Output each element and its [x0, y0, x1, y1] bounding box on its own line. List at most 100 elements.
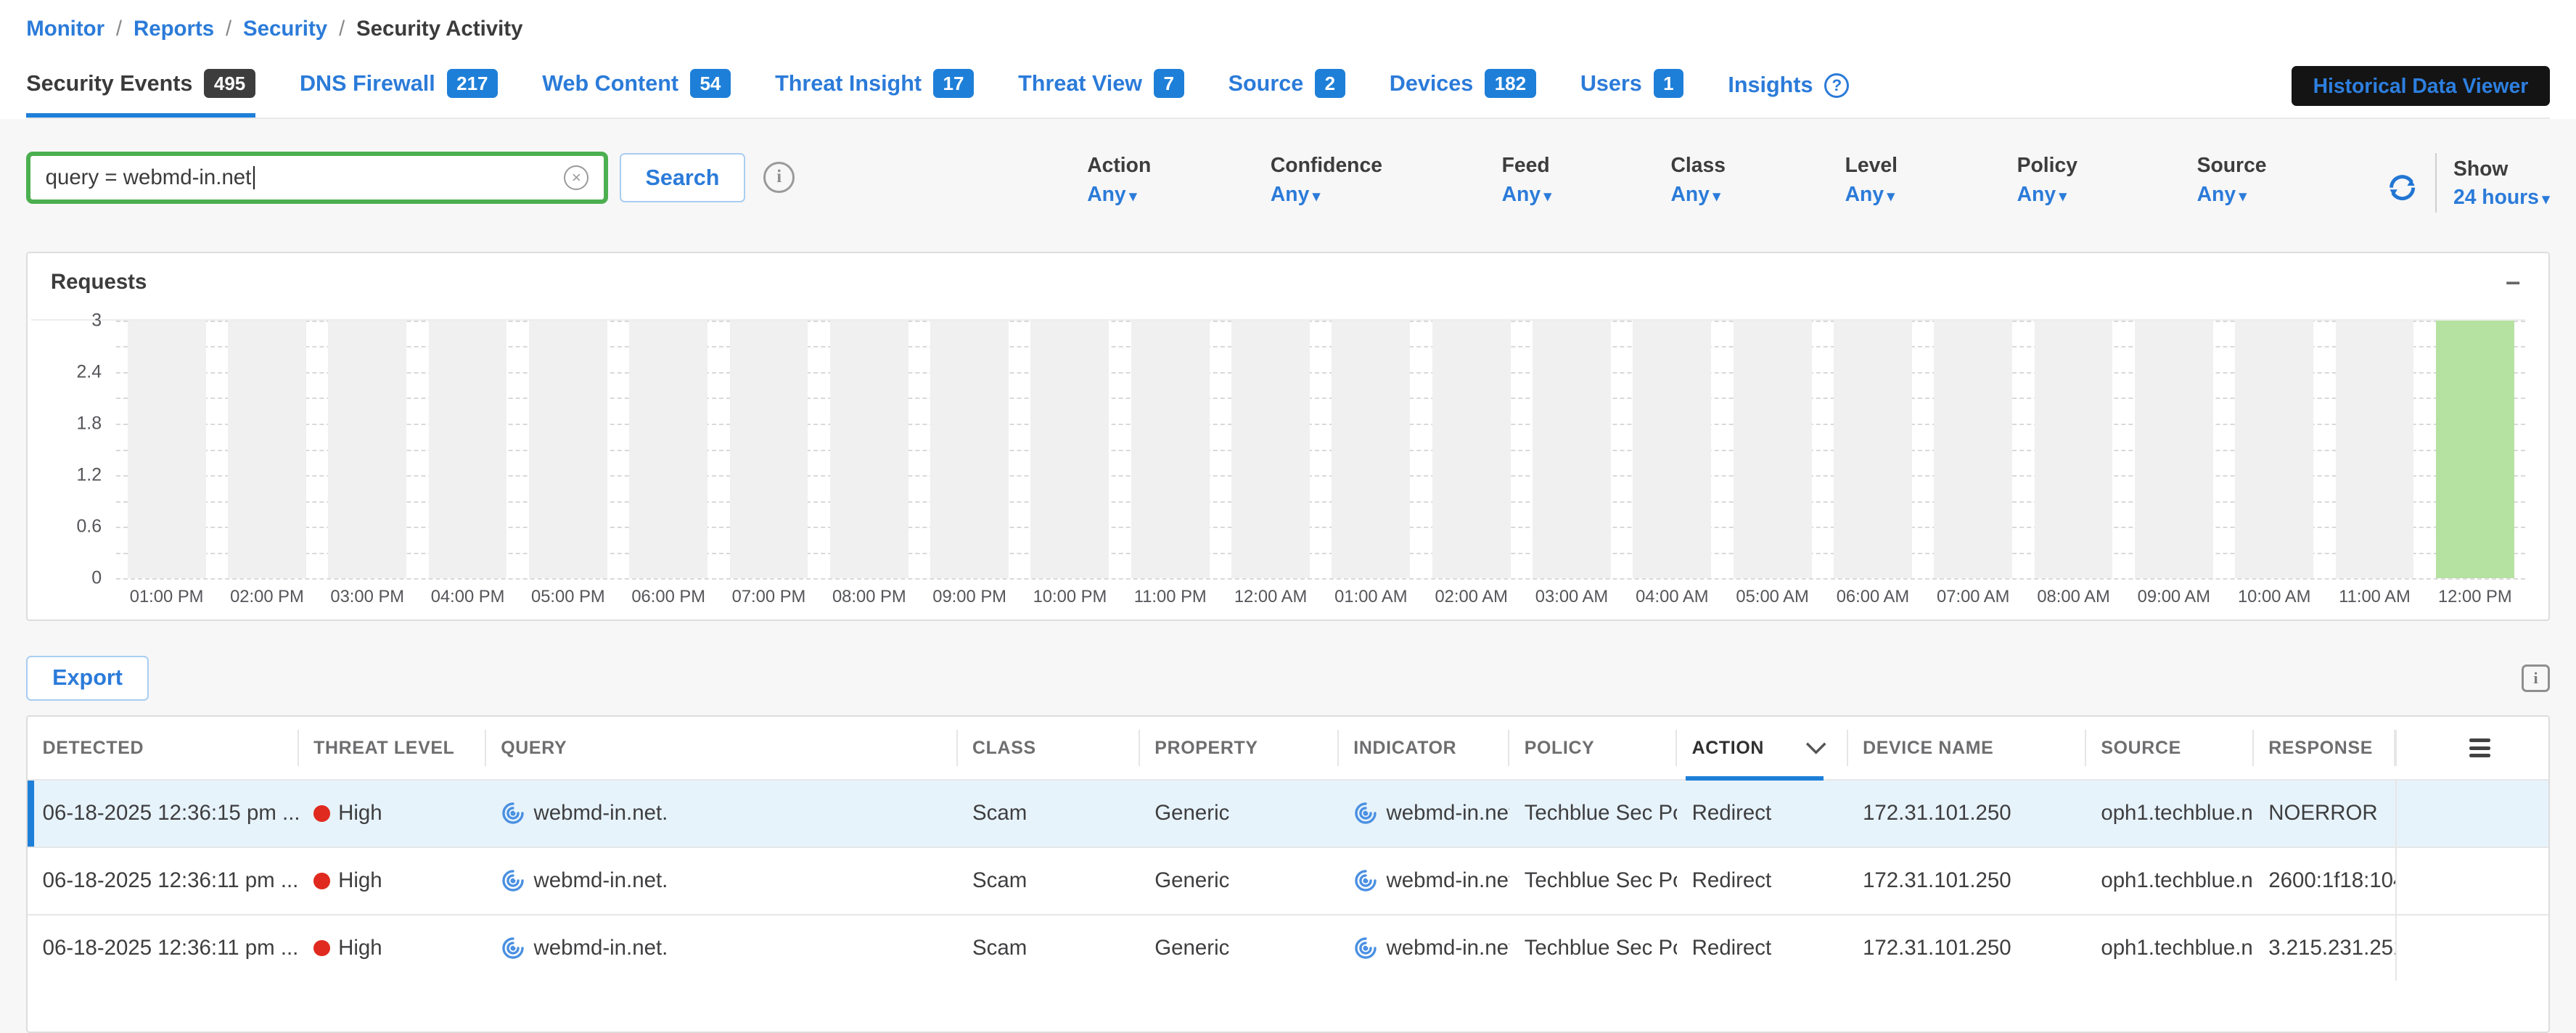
- tab-source[interactable]: Source 2: [1228, 69, 1345, 118]
- column-header-device-name[interactable]: DEVICE NAME: [1848, 730, 2086, 766]
- chart-band[interactable]: [2224, 321, 2324, 579]
- column-header-policy[interactable]: POLICY: [1509, 730, 1677, 766]
- chart-band[interactable]: [317, 321, 417, 579]
- chart-plot: [116, 321, 2525, 579]
- chart-band[interactable]: [618, 321, 718, 579]
- filter-class: Class Any▾: [1670, 153, 1726, 213]
- chart-band[interactable]: [1020, 321, 1120, 579]
- tab-security-events[interactable]: Security Events 495: [26, 69, 255, 118]
- tab-dns-firewall[interactable]: DNS Firewall 217: [300, 69, 498, 118]
- refresh-show-group: Show 24 hours▾: [2386, 153, 2549, 213]
- filter-bar: Action Any▾ Confidence Any▾ Feed Any▾ Cl…: [1087, 152, 2550, 213]
- filter-confidence-dropdown[interactable]: Any▾: [1271, 182, 1382, 206]
- table-row[interactable]: 06-18-2025 12:36:15 pm ... High webmd-in…: [28, 779, 2548, 847]
- search-button[interactable]: Search: [620, 153, 746, 202]
- filter-show: Show 24 hours▾: [2453, 157, 2550, 210]
- chart-band[interactable]: [417, 321, 517, 579]
- security-activity-page: Monitor / Reports / Security / Security …: [0, 0, 2576, 1033]
- threat-indicator-icon: [1353, 868, 1378, 893]
- chart-band[interactable]: [1923, 321, 2023, 579]
- collapse-icon[interactable]: –: [2501, 273, 2525, 290]
- filter-class-dropdown[interactable]: Any▾: [1670, 182, 1726, 206]
- breadcrumb-link-reports[interactable]: Reports: [134, 17, 214, 41]
- chart-x-labels: 01:00 PM02:00 PM03:00 PM04:00 PM05:00 PM…: [116, 587, 2525, 607]
- table-row[interactable]: 06-18-2025 12:36:11 pm ... High webmd-in…: [28, 847, 2548, 914]
- help-icon[interactable]: ?: [1824, 73, 1849, 98]
- filter-source-dropdown[interactable]: Any▾: [2197, 182, 2267, 206]
- breadcrumb: Monitor / Reports / Security / Security …: [26, 17, 2550, 41]
- column-header-indicator[interactable]: INDICATOR: [1339, 730, 1509, 766]
- chart-band[interactable]: [2425, 321, 2525, 579]
- column-header-response[interactable]: RESPONSE: [2254, 730, 2395, 766]
- chart-band[interactable]: [2124, 321, 2224, 579]
- chart-band[interactable]: [1221, 321, 1321, 579]
- table-menu-icon[interactable]: [2395, 730, 2548, 766]
- column-header-query[interactable]: QUERY: [486, 730, 958, 766]
- search-input[interactable]: query = webmd-in.net ×: [26, 152, 607, 204]
- tab-count-badge: 495: [204, 69, 255, 98]
- tab-web-content[interactable]: Web Content 54: [542, 69, 731, 118]
- chart-band[interactable]: [2023, 321, 2123, 579]
- tab-threat-view[interactable]: Threat View 7: [1018, 69, 1184, 118]
- tab-count-badge: 7: [1154, 69, 1184, 98]
- table-row[interactable]: 06-18-2025 12:36:11 pm ... High webmd-in…: [28, 914, 2548, 981]
- filter-feed: Feed Any▾: [1502, 153, 1551, 213]
- chevron-down-icon: ▾: [2239, 189, 2247, 205]
- export-button[interactable]: Export: [26, 656, 149, 701]
- chart-band[interactable]: [217, 321, 317, 579]
- tab-insights[interactable]: Insights ?: [1728, 73, 1849, 117]
- tab-count-badge: 17: [933, 69, 974, 98]
- chart-band[interactable]: [1522, 321, 1622, 579]
- chart-band[interactable]: [1722, 321, 1822, 579]
- show-range-dropdown[interactable]: 24 hours▾: [2453, 185, 2550, 209]
- tab-threat-insight[interactable]: Threat Insight 17: [775, 69, 974, 118]
- refresh-icon[interactable]: [2386, 171, 2419, 204]
- search-info-icon[interactable]: i: [763, 162, 795, 193]
- chart-band[interactable]: [819, 321, 919, 579]
- tab-users[interactable]: Users 1: [1580, 69, 1683, 118]
- chart-band[interactable]: [1823, 321, 1923, 579]
- chart-band[interactable]: [518, 321, 618, 579]
- breadcrumb-link-monitor[interactable]: Monitor: [26, 17, 104, 41]
- chart-x-tick-label: 12:00 AM: [1221, 587, 1321, 607]
- column-header-detected[interactable]: DETECTED: [28, 730, 299, 766]
- column-header-action[interactable]: ACTION: [1677, 730, 1847, 766]
- column-header-source[interactable]: SOURCE: [2086, 730, 2254, 766]
- threat-high-dot-icon: [313, 873, 330, 889]
- chevron-down-icon: ▾: [1887, 189, 1895, 205]
- column-header-property[interactable]: PROPERTY: [1140, 730, 1339, 766]
- column-header-class[interactable]: CLASS: [958, 730, 1140, 766]
- historical-data-viewer-button[interactable]: Historical Data Viewer: [2292, 66, 2550, 107]
- tab-bar: Security Events 495 DNS Firewall 217 Web…: [26, 69, 2550, 119]
- chart-band[interactable]: [2324, 321, 2424, 579]
- chart-band[interactable]: [1321, 321, 1421, 579]
- chart-x-tick-label: 08:00 AM: [2023, 587, 2123, 607]
- chevron-down-icon: ▾: [1544, 189, 1551, 205]
- chart-band[interactable]: [1622, 321, 1722, 579]
- chart-y-tick-label: 0.6: [76, 516, 102, 538]
- filter-level-dropdown[interactable]: Any▾: [1845, 182, 1898, 206]
- chart-band[interactable]: [1422, 321, 1522, 579]
- breadcrumb-separator: /: [339, 17, 345, 41]
- clear-search-icon[interactable]: ×: [564, 165, 588, 190]
- chart-band[interactable]: [718, 321, 819, 579]
- threat-indicator-icon: [1353, 801, 1378, 826]
- search-query-text: query = webmd-in.net: [46, 165, 252, 190]
- chart-x-tick-label: 10:00 PM: [1020, 587, 1120, 607]
- tab-count-badge: 182: [1485, 69, 1536, 98]
- filter-action-dropdown[interactable]: Any▾: [1087, 182, 1151, 206]
- tab-devices[interactable]: Devices 182: [1390, 69, 1536, 118]
- panel-title: Requests: [51, 270, 147, 295]
- chart-band[interactable]: [919, 321, 1020, 579]
- column-header-threat-level[interactable]: THREAT LEVEL: [299, 730, 486, 766]
- filter-policy-dropdown[interactable]: Any▾: [2017, 182, 2077, 206]
- table-info-icon[interactable]: i: [2522, 664, 2549, 692]
- tab-count-badge: 217: [447, 69, 499, 98]
- filter-feed-dropdown[interactable]: Any▾: [1502, 182, 1551, 206]
- chart-band[interactable]: [1120, 321, 1221, 579]
- chart-band[interactable]: [116, 321, 216, 579]
- chart-x-tick-label: 10:00 AM: [2224, 587, 2324, 607]
- breadcrumb-link-security[interactable]: Security: [243, 17, 327, 41]
- filter-policy: Policy Any▾: [2017, 153, 2077, 213]
- chart-x-tick-label: 09:00 AM: [2124, 587, 2224, 607]
